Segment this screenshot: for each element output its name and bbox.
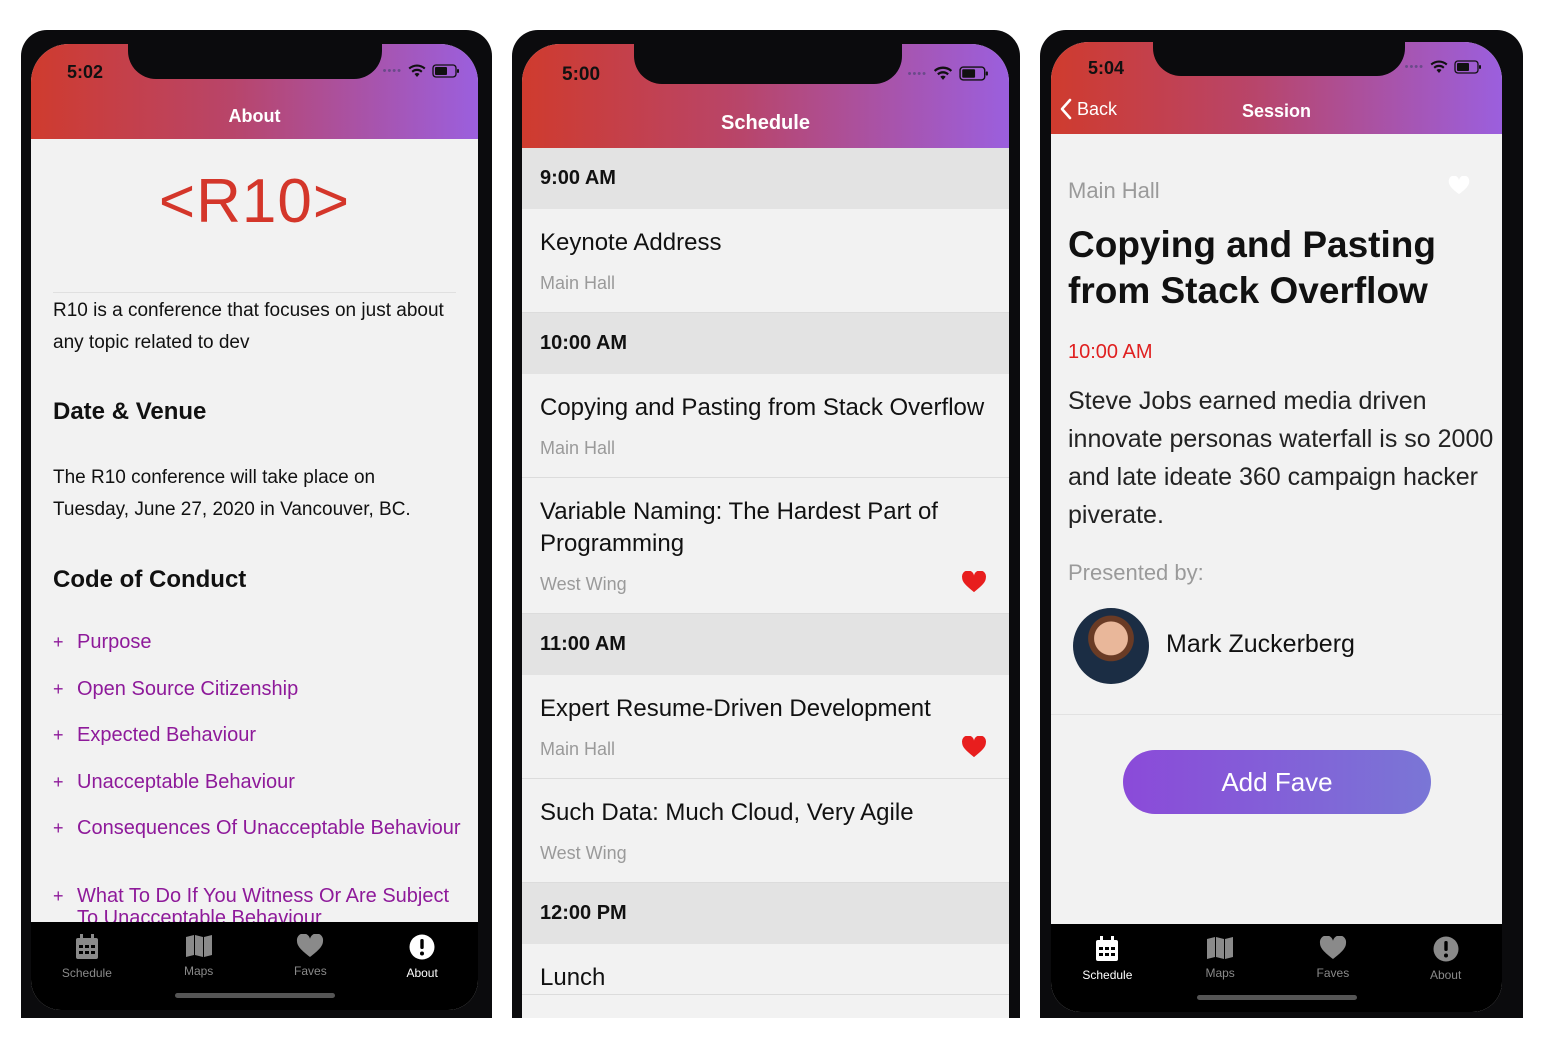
session-item[interactable]: Copying and Pasting from Stack Overflow … <box>522 374 1009 478</box>
wifi-icon <box>408 64 426 77</box>
session-location: West Wing <box>540 574 627 594</box>
status-time: 5:04 <box>1088 58 1125 78</box>
about-phone: 5:02 •••• About <R10> R10 is a conferenc… <box>21 30 492 1018</box>
session-title: Expert Resume-Driven Development <box>540 695 931 722</box>
tab-bar: Schedule Maps Faves About <box>1051 924 1502 1012</box>
heart-icon[interactable] <box>961 571 987 593</box>
map-icon <box>1207 937 1234 959</box>
speaker-name[interactable]: Mark Zuckerberg <box>1166 630 1355 659</box>
tab-bar: Schedule Maps Faves About <box>31 922 478 1010</box>
session-location: Main Hall <box>540 739 616 759</box>
coc-item-consequences[interactable]: + Consequences Of Unacceptable Behaviour <box>53 817 468 839</box>
divider <box>53 292 456 293</box>
calendar-icon <box>1096 936 1119 961</box>
coc-item-unacceptable[interactable]: + Unacceptable Behaviour <box>53 771 468 793</box>
time-slot-header: 10:00 AM <box>522 313 1009 374</box>
coc-item-purpose[interactable]: + Purpose <box>53 631 468 653</box>
tab-schedule[interactable]: Schedule <box>1051 924 1164 1012</box>
session-header: 5:04 •••• Back Session <box>1051 42 1502 134</box>
signal-dots-icon: •••• <box>907 67 927 80</box>
session-description: Steve Jobs earned media driven innovate … <box>1068 387 1494 529</box>
session-time: 10:00 AM <box>1068 341 1153 363</box>
session-title: Copying and Pasting from Stack Overflow <box>1068 224 1436 311</box>
header-title: Schedule <box>721 112 810 134</box>
tab-schedule[interactable]: Schedule <box>31 922 143 1010</box>
home-indicator <box>174 993 335 998</box>
divider <box>1051 714 1502 715</box>
session-item[interactable]: Variable Naming: The Hardest Part of Pro… <box>522 478 1009 614</box>
battery-icon <box>432 64 459 78</box>
plus-icon: + <box>53 772 64 792</box>
coc-item-open-source[interactable]: + Open Source Citizenship <box>53 678 468 700</box>
heart-icon <box>1319 936 1346 959</box>
session-item[interactable]: Keynote Address Main Hall <box>522 209 1009 313</box>
session-item[interactable]: Expert Resume-Driven Development Main Ha… <box>522 675 1009 779</box>
r10-logo: <R10> <box>158 167 351 236</box>
notch <box>634 44 902 84</box>
session-item[interactable]: Lunch <box>522 944 1009 995</box>
header-title: Session <box>1241 101 1312 121</box>
schedule-header: 5:00 •••• Schedule <box>522 44 1009 148</box>
session-title: Variable Naming: The Hardest Part of Pro… <box>540 498 938 557</box>
session-location: Main Hall <box>540 438 616 458</box>
intro-text: R10 is a conference that focuses on just… <box>53 300 444 353</box>
session-title: Such Data: Much Cloud, Very Agile <box>540 799 914 826</box>
map-icon <box>185 935 212 957</box>
status-time: 5:00 <box>562 64 601 85</box>
heart-icon[interactable] <box>961 736 987 758</box>
add-fave-button[interactable]: Add Fave <box>1123 750 1431 814</box>
plus-icon: + <box>53 725 64 745</box>
heart-icon <box>297 934 324 957</box>
session-title: Lunch <box>540 964 606 991</box>
battery-icon <box>1454 60 1481 74</box>
signal-dots-icon: •••• <box>1404 61 1424 73</box>
info-icon <box>409 934 435 960</box>
wifi-icon <box>1430 60 1448 73</box>
header-title: About <box>228 106 281 126</box>
speaker-avatar[interactable] <box>1073 608 1149 684</box>
schedule-phone: 5:00 •••• Schedule 9:00 AM Keynote Addre… <box>512 30 1020 1018</box>
notch <box>1153 42 1405 76</box>
status-icons: •••• <box>1405 60 1482 74</box>
coc-item-expected[interactable]: + Expected Behaviour <box>53 724 468 746</box>
session-location: Main Hall <box>1068 178 1160 203</box>
notch <box>128 44 382 79</box>
presented-by-label: Presented by: <box>1068 560 1204 585</box>
session-item[interactable]: Such Data: Much Cloud, Very Agile West W… <box>522 779 1009 883</box>
time-slot-header: 12:00 PM <box>522 883 1009 944</box>
plus-icon: + <box>53 818 64 838</box>
status-icons: •••• <box>908 66 989 81</box>
battery-icon <box>959 66 988 81</box>
home-indicator <box>1196 995 1357 1000</box>
schedule-list[interactable]: 9:00 AM Keynote Address Main Hall 10:00 … <box>522 148 1009 995</box>
about-screen: 5:02 •••• About <R10> R10 is a conferenc… <box>31 44 478 1010</box>
code-of-conduct-heading: Code of Conduct <box>53 566 247 593</box>
heart-icon[interactable] <box>1448 176 1470 195</box>
date-venue-text: The R10 conference will take place on Tu… <box>53 467 411 520</box>
wifi-icon <box>933 66 953 80</box>
schedule-screen: 5:00 •••• Schedule 9:00 AM Keynote Addre… <box>522 44 1009 1018</box>
tab-about[interactable]: About <box>366 922 478 1010</box>
session-title: Keynote Address <box>540 229 722 256</box>
status-icons: •••• <box>383 64 460 78</box>
session-location: Main Hall <box>540 273 616 293</box>
status-time: 5:02 <box>67 62 104 82</box>
plus-icon: + <box>53 679 64 699</box>
info-icon <box>1433 936 1459 962</box>
time-slot-header: 11:00 AM <box>522 614 1009 675</box>
about-header: 5:02 •••• About <box>31 44 478 139</box>
tab-about[interactable]: About <box>1389 924 1502 1012</box>
calendar-icon <box>75 934 98 959</box>
session-title: Copying and Pasting from Stack Overflow <box>540 394 985 421</box>
date-venue-heading: Date & Venue <box>53 398 207 425</box>
session-screen: 5:04 •••• Back Session Main Hall Copying… <box>1051 42 1502 1012</box>
plus-icon: + <box>53 632 64 652</box>
signal-dots-icon: •••• <box>382 65 402 77</box>
session-phone: 5:04 •••• Back Session Main Hall Copying… <box>1040 30 1523 1018</box>
session-location: West Wing <box>540 843 627 863</box>
time-slot-header: 9:00 AM <box>522 148 1009 209</box>
